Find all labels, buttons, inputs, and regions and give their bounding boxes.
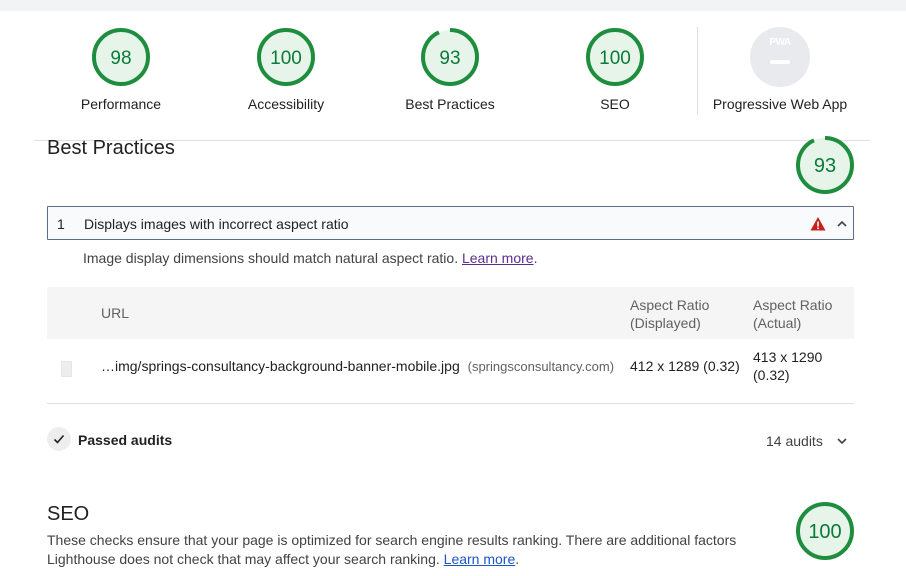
cell-host: (springsconsultancy.com) xyxy=(467,359,615,374)
svg-text:100: 100 xyxy=(808,521,841,543)
audit-number: 1 xyxy=(57,216,65,232)
top-bar xyxy=(0,0,906,11)
warning-triangle-icon xyxy=(810,217,826,231)
passed-audits-label: Passed audits xyxy=(78,432,173,448)
column-header-displayed: Aspect Ratio (Displayed) xyxy=(630,297,710,331)
seo-description: These checks ensure that your page is op… xyxy=(47,532,737,567)
image-thumbnail xyxy=(61,361,72,377)
gauge-seo[interactable]: 100 SEO xyxy=(530,27,700,112)
score-ring-icon: 98 xyxy=(92,28,150,86)
svg-text:93: 93 xyxy=(814,155,836,177)
svg-text:100: 100 xyxy=(270,48,302,69)
gauge-label: Progressive Web App xyxy=(712,96,848,112)
column-header-url: URL xyxy=(101,305,130,321)
seo-learn-more-link[interactable]: Learn more xyxy=(444,551,516,567)
check-icon xyxy=(47,427,71,451)
gauge-performance[interactable]: 98 Performance xyxy=(36,27,206,112)
chevron-down-icon xyxy=(837,438,847,445)
gauge-label: Accessibility xyxy=(247,96,325,112)
section-title-best-practices: Best Practices xyxy=(47,137,175,159)
svg-text:98: 98 xyxy=(110,48,131,69)
score-ring-icon: 93 xyxy=(421,28,479,86)
gauge-pwa[interactable]: PWA Progressive Web App xyxy=(695,27,865,112)
best-practices-score-gauge: 93 xyxy=(795,135,855,200)
cell-displayed-ratio: 412 x 1289 (0.32) xyxy=(630,358,740,374)
gauge-label: Best Practices xyxy=(405,96,495,112)
passed-audits-toggle[interactable]: Passed audits 14 audits xyxy=(47,427,854,455)
section-title-seo: SEO xyxy=(47,503,90,525)
score-ring-icon: 100 xyxy=(796,502,854,560)
audit-title: Displays images with incorrect aspect ra… xyxy=(84,216,349,232)
gauge-label: Performance xyxy=(80,96,162,112)
gauge-label: SEO xyxy=(600,96,630,112)
score-ring-icon: 100 xyxy=(586,28,644,86)
score-ring-icon: 93 xyxy=(796,136,854,194)
audit-description: Image display dimensions should match na… xyxy=(83,250,538,266)
column-header-actual: Aspect Ratio (Actual) xyxy=(753,297,833,331)
gauge-best-practices[interactable]: 93 Best Practices xyxy=(365,27,535,112)
cell-actual-ratio: 413 x 1290 (0.32) xyxy=(753,349,823,383)
score-summary-strip: 98 Performance 100 Accessibility 93 Best… xyxy=(34,11,870,141)
svg-text:93: 93 xyxy=(439,48,460,69)
passed-audits-count: 14 audits xyxy=(766,433,823,449)
svg-text:100: 100 xyxy=(599,48,631,69)
seo-score-gauge: 100 xyxy=(795,501,855,566)
learn-more-link[interactable]: Learn more xyxy=(462,250,534,266)
score-ring-icon: 100 xyxy=(257,28,315,86)
cell-url[interactable]: …img/springs-consultancy-background-bann… xyxy=(101,358,614,374)
chevron-up-icon[interactable] xyxy=(836,218,848,230)
table-header: URL Aspect Ratio (Displayed) Aspect Rati… xyxy=(47,287,854,339)
gauge-accessibility[interactable]: 100 Accessibility xyxy=(201,27,371,112)
audit-aspect-ratio-header[interactable]: 1 Displays images with incorrect aspect … xyxy=(47,206,854,240)
table-row: …img/springs-consultancy-background-bann… xyxy=(47,341,854,404)
pwa-badge-icon: PWA xyxy=(750,27,810,87)
